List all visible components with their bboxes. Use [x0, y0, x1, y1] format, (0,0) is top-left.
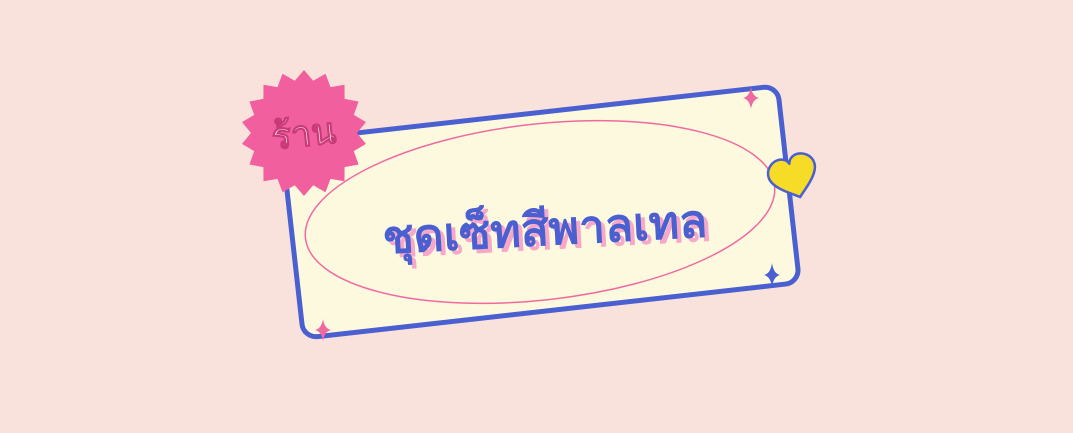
shop-sign-banner: ร้าน ชุดเซ็ทสีพาลเทล ชุดเซ็ทสีพาลเทล [242, 70, 817, 341]
shop-badge-label: ร้าน [270, 111, 338, 159]
